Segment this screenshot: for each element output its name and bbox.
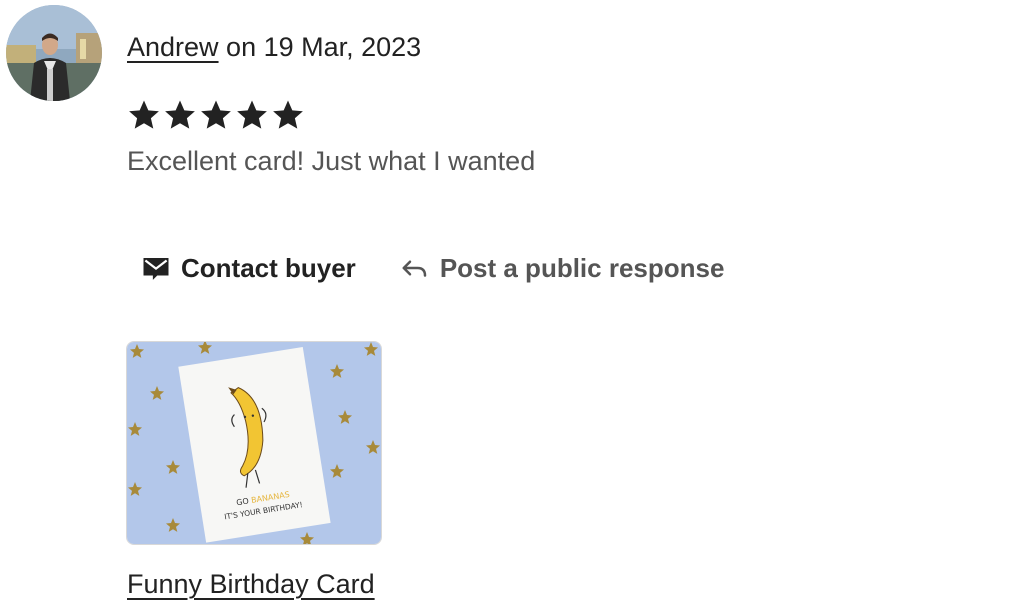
envelope-icon: [141, 253, 171, 283]
review-text: Excellent card! Just what I wanted: [127, 146, 536, 176]
review-meta: Andrew on 19 Mar, 2023: [127, 30, 421, 64]
contact-buyer-button[interactable]: Contact buyer: [127, 246, 370, 290]
listing-thumbnail[interactable]: GO BANANAS IT'S YOUR BIRTHDAY!: [126, 341, 382, 545]
avatar-photo: [6, 5, 102, 101]
star-icon: [199, 98, 233, 134]
review-item: Andrew on 19 Mar, 2023 Excellent card! J…: [0, 0, 1014, 616]
review-actions: Contact buyer Post a public response: [127, 246, 738, 290]
star-icon: [163, 98, 197, 134]
reply-arrow-icon: [400, 253, 430, 283]
birthday-card-image: GO BANANAS IT'S YOUR BIRTHDAY!: [127, 342, 381, 544]
contact-buyer-label: Contact buyer: [181, 252, 356, 283]
star-icon: [127, 98, 161, 134]
reviewer-avatar[interactable]: [6, 5, 102, 101]
star-rating: [127, 98, 305, 134]
review-date: on 19 Mar, 2023: [218, 32, 422, 62]
star-icon: [271, 98, 305, 134]
post-public-response-label: Post a public response: [439, 252, 725, 283]
star-icon: [235, 98, 269, 134]
post-public-response-button[interactable]: Post a public response: [386, 246, 739, 290]
listing-title-link[interactable]: Funny Birthday Card: [127, 567, 375, 601]
reviewer-name-link[interactable]: Andrew: [127, 32, 219, 62]
